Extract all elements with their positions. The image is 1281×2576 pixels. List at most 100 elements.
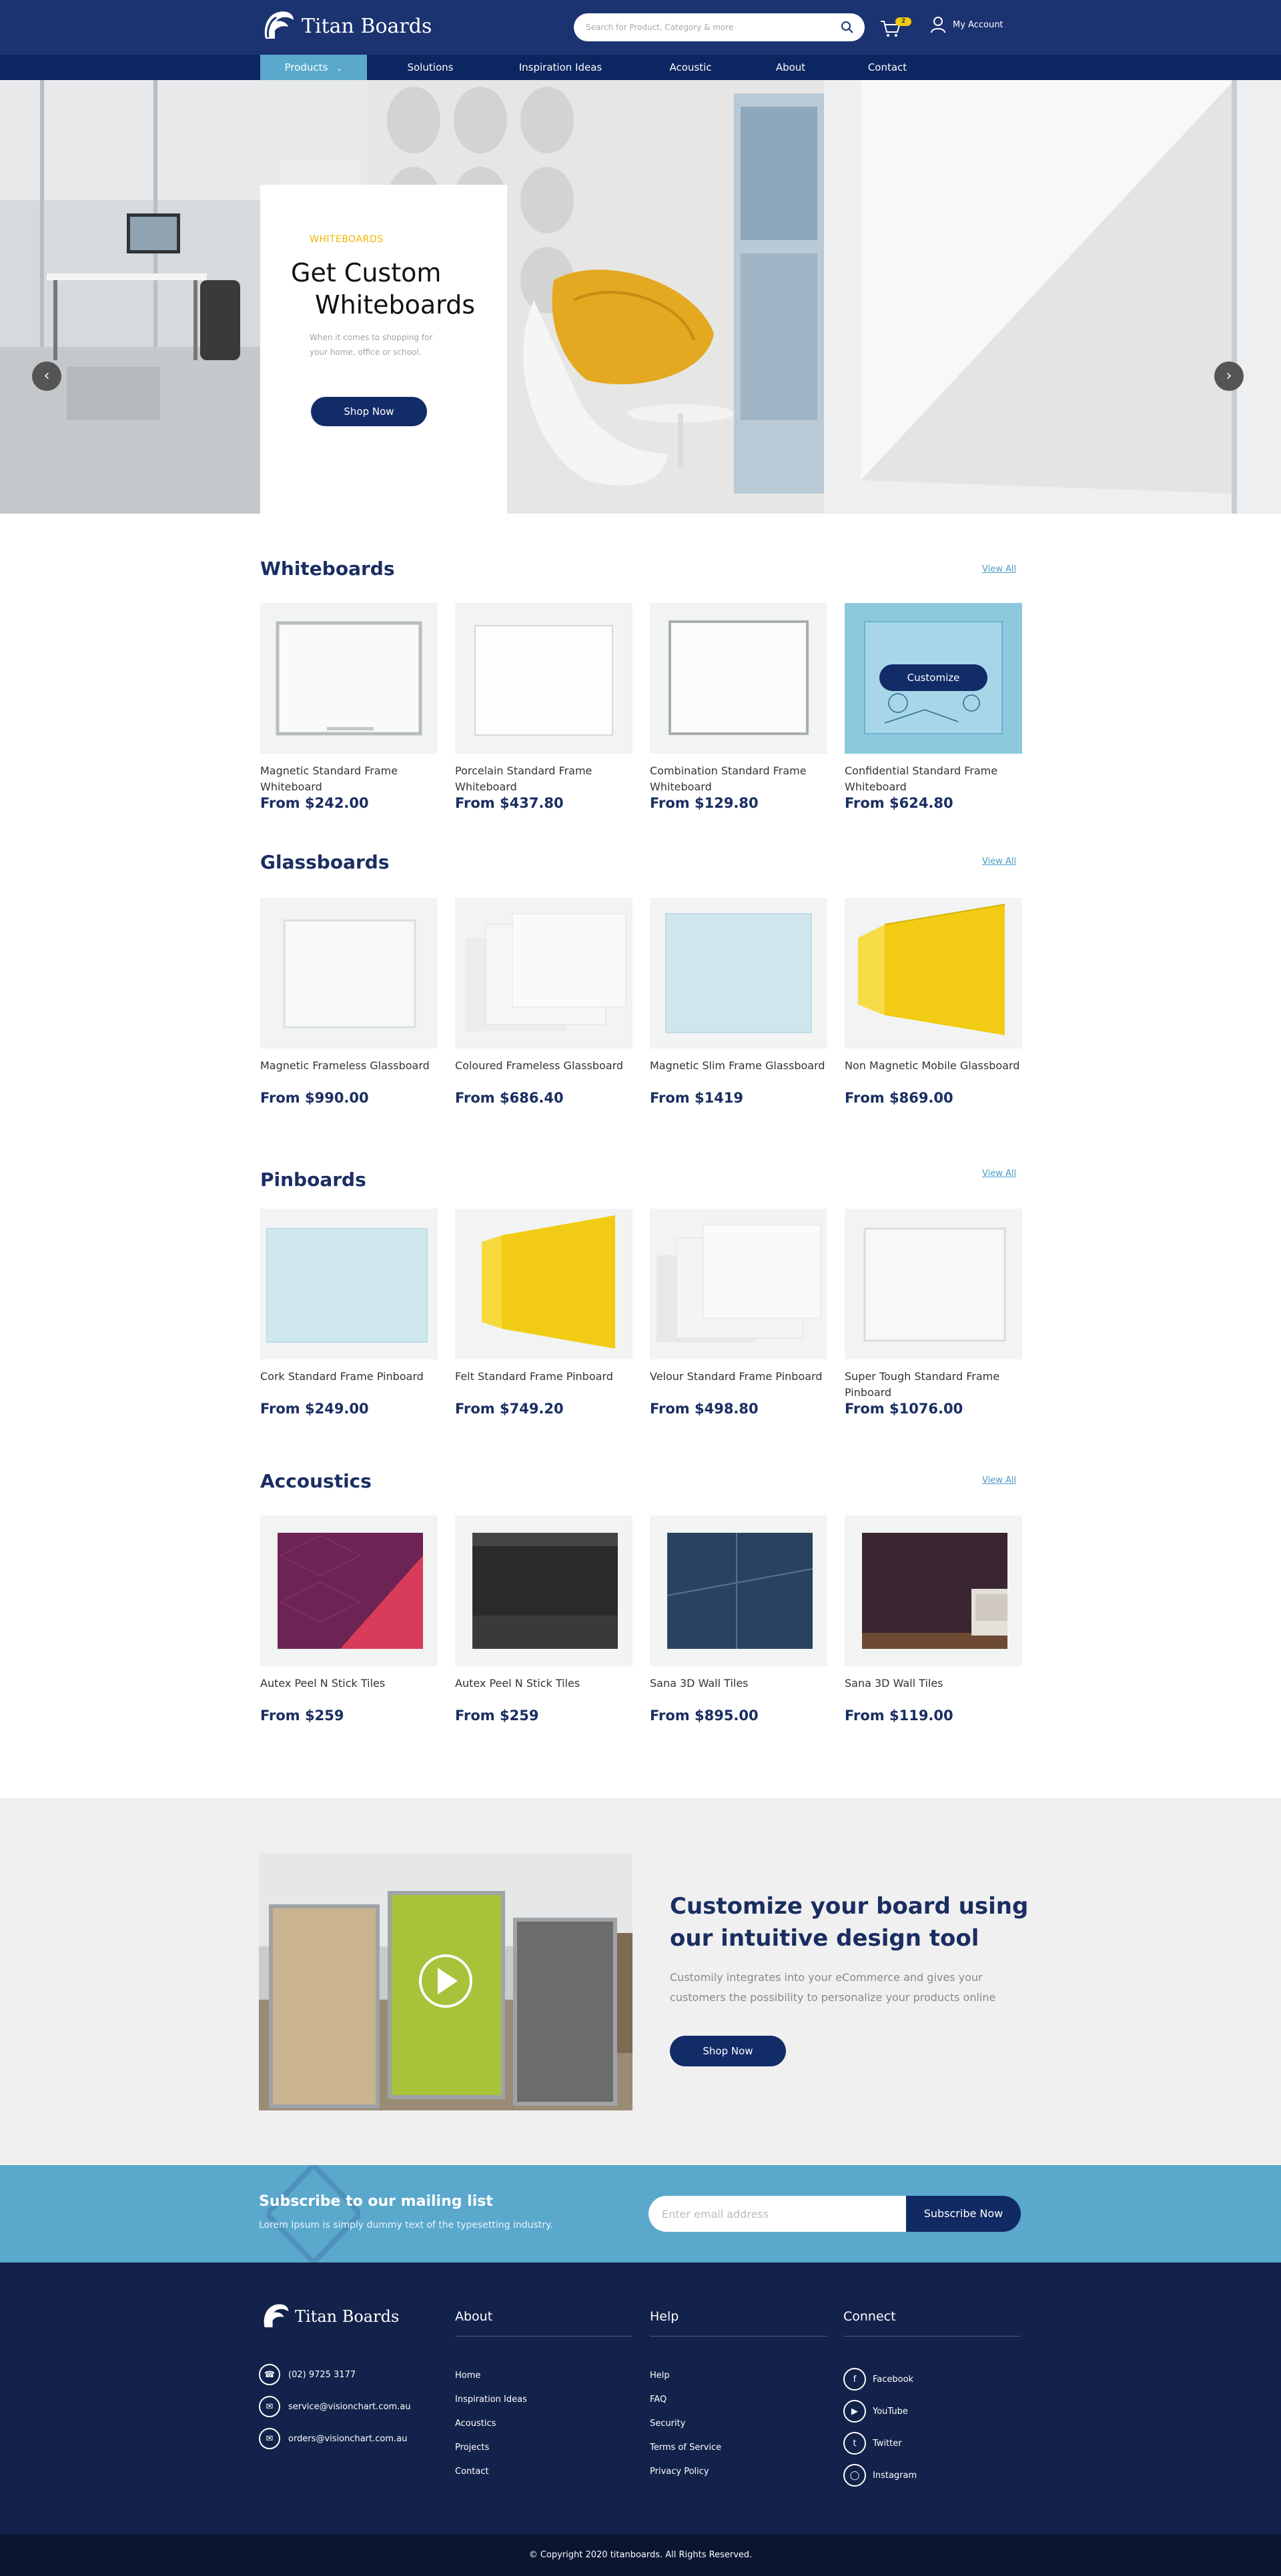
promo-video-thumbnail <box>259 1853 632 2110</box>
nav-products[interactable]: Products ⌄ <box>260 55 367 80</box>
product-name[interactable]: Cork Standard Frame Pinboard <box>260 1369 438 1401</box>
email-field[interactable] <box>649 2196 907 2232</box>
facebook-label: Facebook <box>873 2374 914 2385</box>
footer-logo[interactable]: Titan Boards <box>259 2301 399 2332</box>
footer-link-contact[interactable]: Contact <box>455 2467 489 2477</box>
product-name[interactable]: Magnetic Frameless Glassboard <box>260 1058 438 1090</box>
product-card[interactable]: Super Tough Standard Frame Pinboard From… <box>845 1209 1022 1417</box>
product-card[interactable]: Combination Standard Frame Whiteboard Fr… <box>650 603 827 811</box>
view-all-accoustics[interactable]: View All <box>982 1475 1016 1485</box>
subscribe-decor-icon <box>267 2165 360 2263</box>
promo-video[interactable] <box>259 1853 632 2110</box>
product-card[interactable]: Non Magnetic Mobile Glassboard From $869… <box>845 898 1022 1106</box>
product-card[interactable]: Magnetic Standard Frame Whiteboard From … <box>260 603 438 811</box>
product-card[interactable]: Sana 3D Wall Tiles From $895.00 <box>650 1515 827 1724</box>
nav-inspiration-ideas[interactable]: Inspiration Ideas <box>507 55 614 80</box>
customize-button[interactable]: Customize <box>879 664 987 691</box>
footer-link-home[interactable]: Home <box>455 2371 480 2381</box>
product-name[interactable]: Magnetic Slim Frame Glassboard <box>650 1058 827 1090</box>
subscribe-title: Subscribe to our mailing list <box>259 2193 493 2210</box>
user-icon <box>931 17 945 33</box>
product-image[interactable] <box>260 898 438 1049</box>
glassboard-image <box>283 919 416 1029</box>
product-image[interactable] <box>650 1209 827 1359</box>
product-card[interactable]: Customize Confidential Standard Frame Wh… <box>845 603 1022 811</box>
product-image[interactable] <box>455 898 632 1049</box>
product-card[interactable]: Cork Standard Frame Pinboard From $249.0… <box>260 1209 438 1417</box>
footer-link-acoustics[interactable]: Acoustics <box>455 2419 496 2429</box>
product-name[interactable]: Coloured Frameless Glassboard <box>455 1058 632 1090</box>
view-all-pinboards[interactable]: View All <box>982 1169 1016 1179</box>
product-name[interactable]: Super Tough Standard Frame Pinboard <box>845 1369 1022 1401</box>
product-card[interactable]: Sana 3D Wall Tiles From $119.00 <box>845 1515 1022 1724</box>
footer-link-inspiration-ideas[interactable]: Inspiration Ideas <box>455 2395 527 2405</box>
footer-link-facebook[interactable]: f Facebook <box>843 2368 913 2391</box>
product-card[interactable]: Autex Peel N Stick Tiles From $259 <box>455 1515 632 1724</box>
product-name[interactable]: Confidential Standard Frame Whiteboard <box>845 763 1022 795</box>
footer-link-help[interactable]: Help <box>650 2371 670 2381</box>
search-icon[interactable] <box>841 21 854 34</box>
product-card[interactable]: Porcelain Standard Frame Whiteboard From… <box>455 603 632 811</box>
product-card[interactable]: Magnetic Slim Frame Glassboard From $141… <box>650 898 827 1106</box>
product-name[interactable]: Sana 3D Wall Tiles <box>845 1676 1022 1708</box>
nav-about[interactable]: About <box>767 55 814 80</box>
product-name[interactable]: Sana 3D Wall Tiles <box>650 1676 827 1708</box>
footer-link-security[interactable]: Security <box>650 2419 685 2429</box>
product-name[interactable]: Combination Standard Frame Whiteboard <box>650 763 827 795</box>
product-image[interactable] <box>260 603 438 754</box>
hero-kicker: WHITEBOARDS <box>310 234 384 245</box>
product-card[interactable]: Coloured Frameless Glassboard From $686.… <box>455 898 632 1106</box>
view-all-glassboards[interactable]: View All <box>982 856 1016 866</box>
hero-prev-button[interactable]: ‹ <box>32 362 61 391</box>
product-image[interactable] <box>455 1515 632 1666</box>
logo[interactable]: Titan Boards <box>259 8 432 44</box>
product-card[interactable]: Magnetic Frameless Glassboard From $990.… <box>260 898 438 1106</box>
product-name[interactable]: Felt Standard Frame Pinboard <box>455 1369 632 1401</box>
product-image[interactable] <box>455 603 632 754</box>
footer-link-projects[interactable]: Projects <box>455 2443 489 2453</box>
product-image[interactable] <box>845 898 1022 1049</box>
product-name[interactable]: Autex Peel N Stick Tiles <box>455 1676 632 1708</box>
product-image[interactable] <box>650 898 827 1049</box>
subscribe-button[interactable]: Subscribe Now <box>906 2196 1021 2232</box>
my-account-link[interactable]: My Account <box>930 16 1003 33</box>
footer-email-orders[interactable]: ✉ orders@visionchart.com.au <box>259 2428 407 2449</box>
footer-link-instagram[interactable]: ◯ Instagram <box>843 2464 917 2487</box>
footer-link-faq[interactable]: FAQ <box>650 2395 667 2405</box>
footer-phone[interactable]: ☎ (02) 9725 3177 <box>259 2364 356 2385</box>
product-image[interactable]: Customize <box>845 603 1022 754</box>
nav-contact[interactable]: Contact <box>861 55 914 80</box>
nav-acoustic[interactable]: Acoustic <box>661 55 721 80</box>
product-name[interactable]: Autex Peel N Stick Tiles <box>260 1676 438 1708</box>
product-image[interactable] <box>845 1515 1022 1666</box>
product-price: From $895.00 <box>650 1708 759 1724</box>
footer-link-twitter[interactable]: t Twitter <box>843 2432 902 2455</box>
footer-link-youtube[interactable]: ▶ YouTube <box>843 2400 908 2423</box>
cart-button[interactable]: 2 <box>879 15 913 39</box>
product-image[interactable] <box>650 1515 827 1666</box>
hero-shop-now-button[interactable]: Shop Now <box>311 397 427 426</box>
search-input[interactable] <box>586 23 841 32</box>
product-image[interactable] <box>845 1209 1022 1359</box>
product-name[interactable]: Porcelain Standard Frame Whiteboard <box>455 763 632 795</box>
product-card[interactable]: Velour Standard Frame Pinboard From $498… <box>650 1209 827 1417</box>
product-image[interactable] <box>455 1209 632 1359</box>
product-image[interactable] <box>260 1515 438 1666</box>
footer-email-service[interactable]: ✉ service@visionchart.com.au <box>259 2396 410 2417</box>
footer-link-privacy[interactable]: Privacy Policy <box>650 2467 709 2477</box>
promo-shop-now-button[interactable]: Shop Now <box>670 2036 786 2066</box>
product-card[interactable]: Autex Peel N Stick Tiles From $259 <box>260 1515 438 1724</box>
copyright-bar: © Copyright 2020 titanboards. All Rights… <box>0 2535 1281 2576</box>
product-card[interactable]: Felt Standard Frame Pinboard From $749.2… <box>455 1209 632 1417</box>
product-name[interactable]: Non Magnetic Mobile Glassboard <box>845 1058 1022 1090</box>
product-image[interactable] <box>260 1209 438 1359</box>
twitter-label: Twitter <box>873 2438 902 2449</box>
search-bar[interactable] <box>574 13 865 41</box>
product-image[interactable] <box>650 603 827 754</box>
footer-link-terms[interactable]: Terms of Service <box>650 2443 721 2453</box>
view-all-whiteboards[interactable]: View All <box>982 564 1016 574</box>
nav-solutions[interactable]: Solutions <box>400 55 460 80</box>
hero-next-button[interactable]: › <box>1214 362 1244 391</box>
product-name[interactable]: Velour Standard Frame Pinboard <box>650 1369 827 1401</box>
product-name[interactable]: Magnetic Standard Frame Whiteboard <box>260 763 438 795</box>
